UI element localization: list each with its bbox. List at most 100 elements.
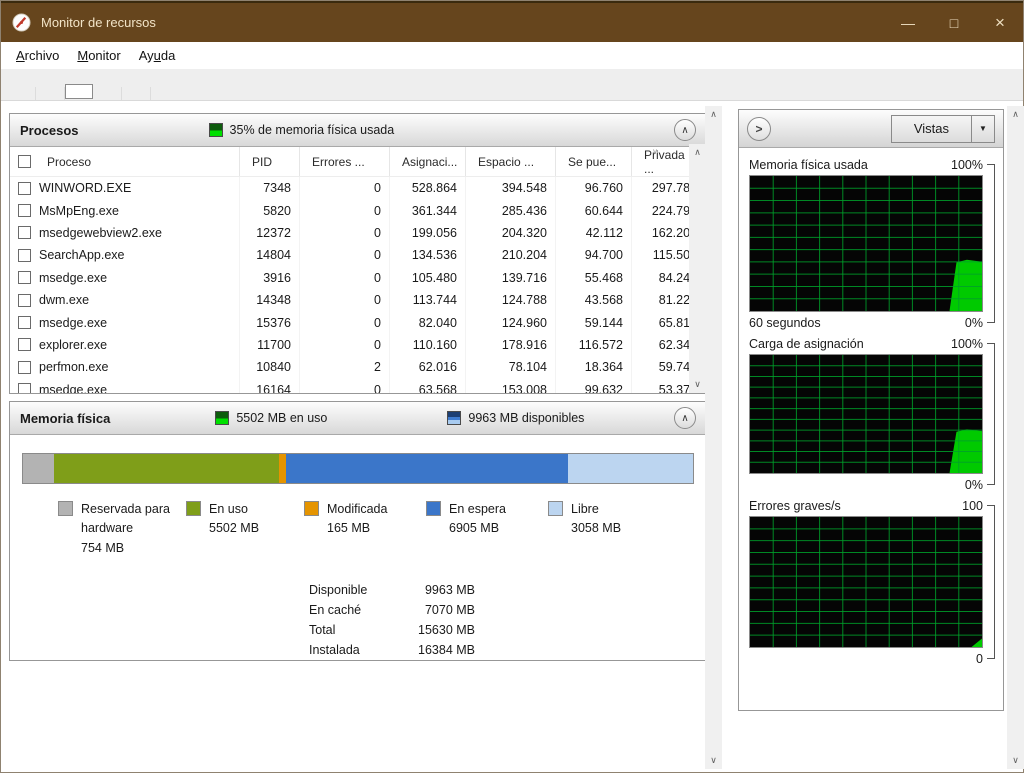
table-row[interactable]: dwm.exe 14348 0 113.744 124.788 43.568 8…: [10, 289, 706, 311]
graph-max-label: 100%: [951, 337, 983, 351]
menu-item[interactable]: Monitor: [68, 44, 129, 67]
row-checkbox[interactable]: [18, 383, 31, 393]
process-table-scrollbar[interactable]: ∧ ∨: [689, 144, 706, 393]
cell-errores: 0: [300, 222, 390, 244]
cell-espacio: 78.104: [466, 356, 556, 378]
column-header-espacio[interactable]: Espacio ...: [466, 147, 556, 176]
window-title: Monitor de recursos: [41, 15, 156, 30]
memory-segment-modified: [279, 454, 286, 483]
legend-label: Reservada para hardware: [81, 500, 186, 539]
memory-segment-free: [568, 454, 693, 483]
tab[interactable]: [36, 87, 65, 100]
table-row[interactable]: MsMpEng.exe 5820 0 361.344 285.436 60.64…: [10, 199, 706, 221]
graph-max-label: 100%: [951, 158, 983, 172]
table-row[interactable]: perfmon.exe 10840 2 62.016 78.104 18.364…: [10, 356, 706, 378]
legend-value: 165 MB: [327, 519, 387, 538]
graph-min-label: 0: [976, 652, 983, 666]
minimize-button[interactable]: —: [885, 3, 931, 42]
graph-plot-area: [749, 516, 983, 648]
legend-value: 3058 MB: [571, 519, 621, 538]
stat-label: En caché: [309, 600, 397, 620]
row-checkbox[interactable]: [18, 204, 31, 217]
processes-panel-header[interactable]: Procesos 35% de memoria física usada ∧: [10, 114, 706, 147]
cell-asignacion: 113.744: [390, 289, 466, 311]
scroll-up-icon[interactable]: ∧: [689, 144, 706, 161]
stat-value: 16384 MB: [397, 640, 475, 660]
select-all-checkbox[interactable]: [18, 155, 31, 168]
process-name: msedge.exe: [39, 316, 107, 330]
memory-stats: Disponible 9963 MB En caché 7070 MB Tota…: [309, 580, 694, 660]
menu-item[interactable]: Archivo: [7, 44, 68, 67]
collapse-memory-button[interactable]: ∧: [674, 407, 696, 429]
close-button[interactable]: ×: [977, 3, 1023, 42]
stat-value: 7070 MB: [397, 600, 475, 620]
column-header-errores[interactable]: Errores ...: [300, 147, 390, 176]
table-row[interactable]: msedge.exe 15376 0 82.040 124.960 59.144…: [10, 311, 706, 333]
column-header-pid[interactable]: PID: [240, 147, 300, 176]
legend-swatch: [304, 501, 319, 516]
cell-espacio: 124.788: [466, 289, 556, 311]
expand-panel-button[interactable]: >: [747, 117, 771, 141]
memory-segment-in-use: [54, 454, 279, 483]
process-name: SearchApp.exe: [39, 248, 124, 262]
sort-indicator-icon: ∨: [652, 147, 658, 156]
scroll-up-icon[interactable]: ∧: [705, 106, 722, 123]
legend-item: Modificada165 MB: [304, 500, 426, 558]
row-checkbox[interactable]: [18, 338, 31, 351]
legend-label: Libre: [571, 500, 621, 519]
process-name: perfmon.exe: [39, 360, 108, 374]
table-row[interactable]: WINWORD.EXE 7348 0 528.864 394.548 96.76…: [10, 177, 706, 199]
cell-errores: 0: [300, 244, 390, 266]
cell-espacio: 139.716: [466, 267, 556, 289]
process-name: explorer.exe: [39, 338, 107, 352]
tab[interactable]: [93, 87, 122, 100]
available-icon: [447, 411, 461, 425]
table-row[interactable]: msedge.exe 3916 0 105.480 139.716 55.468…: [10, 267, 706, 289]
column-header-asignacion[interactable]: Asignaci...: [390, 147, 466, 176]
scroll-down-icon[interactable]: ∨: [689, 376, 706, 393]
graph-scale-bracket: [987, 505, 995, 659]
row-checkbox[interactable]: [18, 249, 31, 262]
scroll-down-icon[interactable]: ∨: [1007, 752, 1024, 769]
scroll-up-icon[interactable]: ∧: [1007, 106, 1024, 123]
scroll-down-icon[interactable]: ∨: [705, 752, 722, 769]
cell-pid: 5820: [240, 199, 300, 221]
table-row[interactable]: msedgewebview2.exe 12372 0 199.056 204.3…: [10, 222, 706, 244]
cell-asignacion: 110.160: [390, 334, 466, 356]
row-checkbox[interactable]: [18, 294, 31, 307]
tab[interactable]: [7, 87, 36, 100]
row-checkbox[interactable]: [18, 226, 31, 239]
views-dropdown-button[interactable]: Vistas ▼: [891, 115, 995, 143]
physical-memory-panel: Memoria física 5502 MB en uso 9963 MB di…: [9, 401, 707, 661]
collapse-processes-button[interactable]: ∧: [674, 119, 696, 141]
legend-swatch: [548, 501, 563, 516]
row-checkbox[interactable]: [18, 182, 31, 195]
tab[interactable]: [122, 87, 151, 100]
column-header-proceso[interactable]: Proceso: [10, 147, 240, 176]
maximize-button[interactable]: □: [931, 3, 977, 42]
row-checkbox[interactable]: [18, 271, 31, 284]
row-checkbox[interactable]: [18, 316, 31, 329]
legend-value: 5502 MB: [209, 519, 259, 538]
main-vertical-scrollbar[interactable]: ∧ ∨: [705, 106, 722, 769]
graph-scale-bracket: [987, 343, 995, 485]
row-checkbox[interactable]: [18, 361, 31, 374]
cell-espacio: 204.320: [466, 222, 556, 244]
cell-asignacion: 105.480: [390, 267, 466, 289]
in-use-label: 5502 MB en uso: [236, 411, 327, 425]
tab[interactable]: [65, 84, 93, 99]
window-vertical-scrollbar[interactable]: ∧ ∨: [1007, 106, 1024, 769]
cell-pid: 3916: [240, 267, 300, 289]
physical-memory-panel-header[interactable]: Memoria física 5502 MB en uso 9963 MB di…: [10, 402, 706, 435]
column-header-se-puede[interactable]: Se pue...: [556, 147, 632, 176]
menu-item[interactable]: Ayuda: [130, 44, 185, 67]
physical-memory-title: Memoria física: [20, 411, 110, 426]
cell-asignacion: 134.536: [390, 244, 466, 266]
table-row[interactable]: explorer.exe 11700 0 110.160 178.916 116…: [10, 334, 706, 356]
menu-bar: ArchivoMonitorAyuda: [1, 42, 1023, 69]
graph-scale-bracket: [987, 164, 995, 323]
legend-item: En espera6905 MB: [426, 500, 548, 558]
cell-se-puede: 18.364: [556, 356, 632, 378]
table-row[interactable]: SearchApp.exe 14804 0 134.536 210.204 94…: [10, 244, 706, 266]
table-row[interactable]: msedge.exe 16164 0 63.568 153.008 99.632…: [10, 379, 706, 393]
